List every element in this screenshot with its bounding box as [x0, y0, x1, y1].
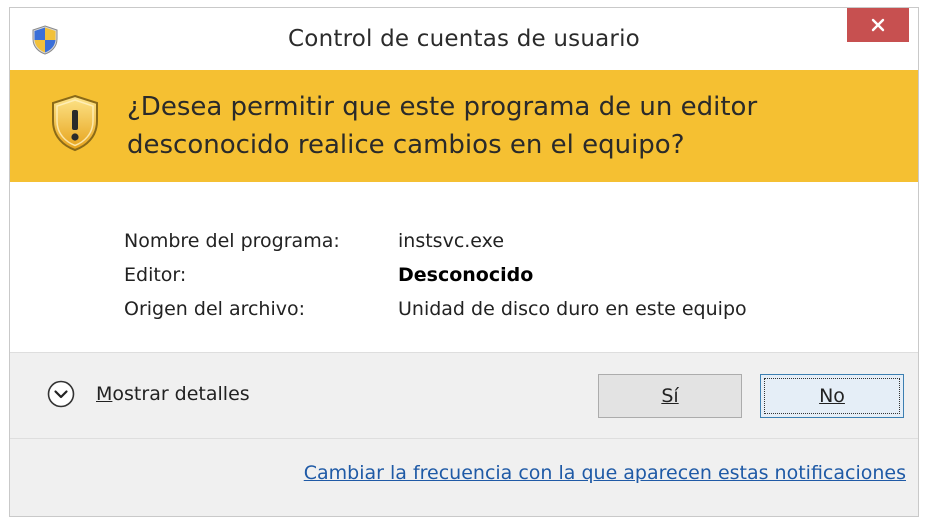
- warning-question: ¿Desea permitir que este programa de un …: [127, 92, 758, 160]
- program-name-label: Nombre del programa:: [124, 230, 340, 252]
- no-button[interactable]: No: [760, 374, 904, 418]
- no-button-label: No: [819, 385, 845, 407]
- warning-header: ¿Desea permitir que este programa de un …: [10, 70, 918, 182]
- publisher-label: Editor:: [124, 264, 187, 286]
- program-details: Nombre del programa: instsvc.exe Editor:…: [10, 182, 918, 352]
- warning-shield-icon: [47, 93, 103, 153]
- file-origin-value: Unidad de disco duro en este equipo: [398, 298, 747, 320]
- yes-button[interactable]: Sí: [598, 374, 742, 418]
- close-icon: [870, 17, 886, 33]
- dialog-title: Control de cuentas de usuario: [288, 26, 640, 52]
- uac-dialog: Control de cuentas de usuario ¿Desea per…: [9, 7, 919, 517]
- change-notification-settings-link[interactable]: Cambiar la frecuencia con la que aparece…: [304, 462, 906, 484]
- show-details-mnemonic: M: [96, 383, 113, 405]
- chevron-down-icon[interactable]: [46, 379, 76, 409]
- publisher-value: Desconocido: [398, 264, 534, 286]
- program-name-value: instsvc.exe: [398, 230, 505, 252]
- show-details-label: ostrar detalles: [112, 383, 250, 405]
- button-bar: Mostrar detalles Sí No: [10, 352, 918, 439]
- yes-button-label: Sí: [661, 385, 679, 407]
- footer: Cambiar la frecuencia con la que aparece…: [10, 438, 918, 516]
- title-bar: Control de cuentas de usuario: [10, 8, 918, 70]
- close-button[interactable]: [847, 8, 909, 42]
- show-details-link[interactable]: Mostrar detalles: [96, 383, 250, 405]
- file-origin-label: Origen del archivo:: [124, 298, 306, 320]
